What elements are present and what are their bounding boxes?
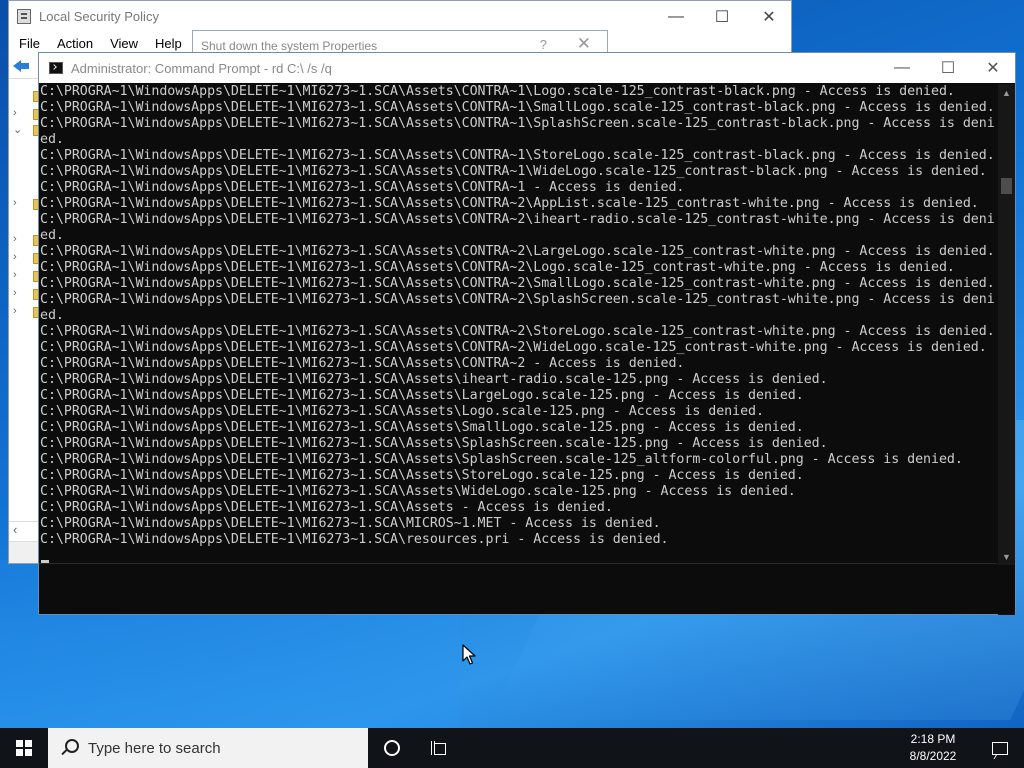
cortana-button[interactable] [368, 728, 416, 768]
console-line: C:\PROGRA~1\WindowsApps\DELETE~1\MI6273~… [40, 148, 995, 163]
search-placeholder: Type here to search [88, 739, 221, 757]
console-line: C:\PROGRA~1\WindowsApps\DELETE~1\MI6273~… [40, 404, 764, 419]
console-line: C:\PROGRA~1\WindowsApps\DELETE~1\MI6273~… [40, 484, 796, 499]
console-line: C:\PROGRA~1\WindowsApps\DELETE~1\MI6273~… [40, 420, 804, 435]
horizontal-scrollbar[interactable]: ‹ [9, 521, 41, 539]
help-button[interactable]: ? [540, 37, 547, 52]
console-line: C:\PROGRA~1\WindowsApps\DELETE~1\MI6273~… [40, 292, 995, 307]
dialog-title: Shut down the system Properties [201, 38, 378, 53]
console-line: C:\PROGRA~1\WindowsApps\DELETE~1\MI6273~… [40, 356, 685, 371]
console-divider [39, 563, 997, 564]
close-button[interactable]: ✕ [746, 1, 792, 32]
action-center-button[interactable] [976, 728, 1024, 768]
console-line: C:\PROGRA~1\WindowsApps\DELETE~1\MI6273~… [40, 532, 669, 547]
tree-node[interactable]: › [13, 287, 43, 303]
console-line: C:\PROGRA~1\WindowsApps\DELETE~1\MI6273~… [40, 212, 995, 227]
menu-view[interactable]: View [110, 36, 138, 51]
console-line: C:\PROGRA~1\WindowsApps\DELETE~1\MI6273~… [40, 500, 613, 515]
console-line: C:\PROGRA~1\WindowsApps\DELETE~1\MI6273~… [40, 468, 804, 483]
lsp-title-bar[interactable]: Local Security Policy — ☐ ✕ [9, 1, 791, 32]
maximize-button[interactable]: ☐ [699, 1, 745, 32]
console-output[interactable]: C:\PROGRA~1\WindowsApps\DELETE~1\MI6273~… [39, 84, 999, 564]
cortana-circle-icon [384, 740, 400, 756]
notification-icon [992, 741, 1008, 755]
menu-file[interactable]: File [19, 36, 40, 51]
windows-logo-icon [16, 740, 32, 756]
back-arrow-icon[interactable] [13, 59, 29, 73]
maximize-button[interactable]: ☐ [925, 53, 971, 83]
console-line: C:\PROGRA~1\WindowsApps\DELETE~1\MI6273~… [40, 84, 955, 99]
scroll-down-arrow-icon[interactable]: ▼ [998, 548, 1015, 565]
console-line: C:\PROGRA~1\WindowsApps\DELETE~1\MI6273~… [40, 196, 979, 211]
start-button[interactable] [0, 728, 48, 768]
minimize-button[interactable]: — [879, 53, 925, 83]
console-line: C:\PROGRA~1\WindowsApps\DELETE~1\MI6273~… [40, 436, 828, 451]
cmd-title-bar[interactable]: Administrator: Command Prompt - rd C:\ /… [39, 53, 1015, 83]
console-line: C:\PROGRA~1\WindowsApps\DELETE~1\MI6273~… [40, 180, 685, 195]
console-line: C:\PROGRA~1\WindowsApps\DELETE~1\MI6273~… [40, 116, 995, 131]
console-line: ed. [40, 228, 64, 243]
minimize-button[interactable]: — [653, 1, 699, 32]
command-prompt-window[interactable]: Administrator: Command Prompt - rd C:\ /… [38, 52, 1016, 615]
security-policy-icon [17, 9, 31, 24]
console-line: ed. [40, 308, 64, 323]
scroll-up-arrow-icon[interactable]: ▲ [998, 84, 1015, 101]
menu-action[interactable]: Action [57, 36, 93, 51]
tree-node[interactable] [13, 89, 43, 105]
console-line: C:\PROGRA~1\WindowsApps\DELETE~1\MI6273~… [40, 276, 995, 291]
tree-node[interactable]: › [13, 305, 43, 321]
console-line: C:\PROGRA~1\WindowsApps\DELETE~1\MI6273~… [40, 324, 995, 339]
lsp-window-title: Local Security Policy [39, 9, 159, 24]
task-view-button[interactable] [416, 728, 464, 768]
scroll-thumb[interactable] [1001, 178, 1012, 194]
scrollbar-gap [998, 565, 1015, 615]
tree-node[interactable]: › [13, 107, 43, 123]
tree-node[interactable]: › [13, 269, 43, 285]
command-prompt-icon [49, 62, 63, 74]
tree-node[interactable]: ⌄ [13, 123, 43, 139]
console-line: C:\PROGRA~1\WindowsApps\DELETE~1\MI6273~… [40, 516, 661, 531]
tree-node[interactable]: › [13, 197, 43, 213]
vertical-scrollbar[interactable]: ▲ ▼ [998, 84, 1015, 615]
clock-date: 8/8/2022 [909, 749, 957, 763]
tree-node[interactable]: › [13, 251, 43, 267]
console-line: C:\PROGRA~1\WindowsApps\DELETE~1\MI6273~… [40, 260, 955, 275]
close-button[interactable]: ✕ [970, 53, 1016, 83]
console-line: C:\PROGRA~1\WindowsApps\DELETE~1\MI6273~… [40, 244, 995, 259]
cmd-window-title: Administrator: Command Prompt - rd C:\ /… [71, 60, 332, 76]
status-bar [9, 541, 41, 563]
task-view-icon [431, 741, 449, 755]
taskbar: Type here to search 2:18 PM 8/8/2022 [0, 728, 1024, 768]
mouse-pointer-icon [462, 644, 476, 665]
tree-node[interactable]: › [13, 233, 43, 249]
console-line: C:\PROGRA~1\WindowsApps\DELETE~1\MI6273~… [40, 340, 987, 355]
clock-time: 2:18 PM [910, 732, 956, 746]
taskbar-clock[interactable]: 2:18 PM 8/8/2022 [898, 728, 968, 768]
dialog-close-button[interactable]: ✕ [577, 34, 591, 54]
console-line: C:\PROGRA~1\WindowsApps\DELETE~1\MI6273~… [40, 164, 987, 179]
console-line: ed. [40, 132, 64, 147]
menu-help[interactable]: Help [155, 36, 182, 51]
console-line: C:\PROGRA~1\WindowsApps\DELETE~1\MI6273~… [40, 100, 995, 115]
search-icon [60, 739, 79, 757]
lsp-tree-pane[interactable]: › ⌄ › › › › › › [9, 81, 43, 541]
taskbar-search-box[interactable]: Type here to search [48, 728, 368, 768]
console-line: C:\PROGRA~1\WindowsApps\DELETE~1\MI6273~… [40, 452, 963, 467]
console-line: C:\PROGRA~1\WindowsApps\DELETE~1\MI6273~… [40, 388, 804, 403]
console-line: C:\PROGRA~1\WindowsApps\DELETE~1\MI6273~… [40, 372, 828, 387]
